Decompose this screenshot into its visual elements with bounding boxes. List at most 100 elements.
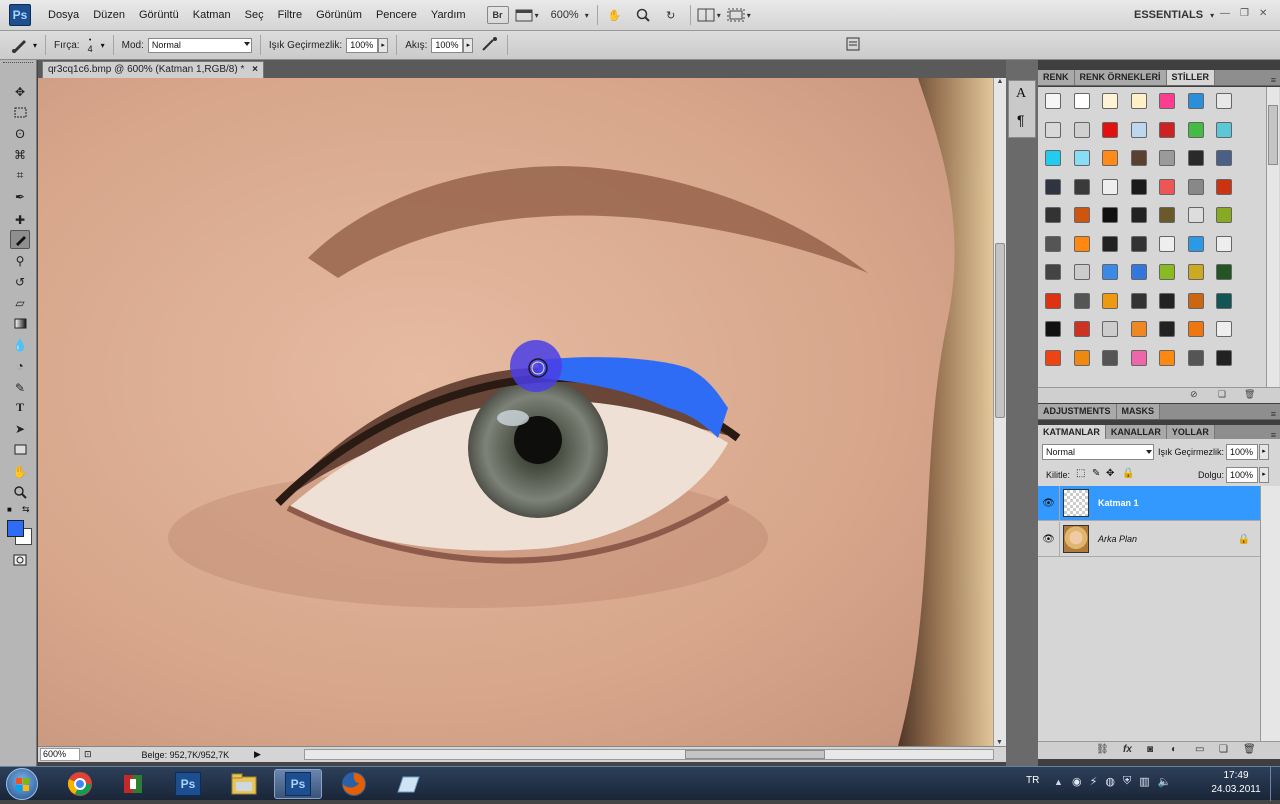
paragraph-panel-icon[interactable]: ¶: [1017, 112, 1025, 128]
photoshop-icon[interactable]: Ps: [164, 769, 212, 799]
style-swatch[interactable]: [1045, 207, 1061, 223]
tray-security-icon[interactable]: ⛨: [1123, 775, 1131, 788]
tray-update-icon[interactable]: ⚡: [1090, 775, 1098, 788]
foreground-color-swatch[interactable]: [7, 520, 24, 537]
style-swatch[interactable]: [1130, 264, 1147, 280]
brush-panel-icon[interactable]: [846, 37, 860, 54]
taskbar-clock[interactable]: 17:49 24.03.2011: [1206, 769, 1266, 797]
link-layers-icon[interactable]: ⛓: [1096, 744, 1109, 755]
marquee-tool-icon[interactable]: [10, 103, 30, 122]
tab-yollar[interactable]: YOLLAR: [1166, 425, 1215, 440]
shape-tool-icon[interactable]: [10, 440, 30, 459]
eraser-tool-icon[interactable]: ▱: [10, 293, 30, 312]
style-swatch[interactable]: [1216, 178, 1232, 195]
tray-cursor-icon[interactable]: ◍: [1105, 775, 1115, 788]
style-swatch[interactable]: [1216, 264, 1232, 280]
tray-network-icon[interactable]: ▥: [1139, 775, 1149, 788]
style-swatch[interactable]: [1102, 235, 1118, 252]
menu-katman[interactable]: Katman: [186, 0, 238, 31]
menu-duzen[interactable]: Düzen: [86, 0, 132, 31]
type-tool-icon[interactable]: T: [10, 398, 30, 417]
style-swatch[interactable]: [1045, 321, 1061, 337]
style-swatch[interactable]: [1187, 235, 1204, 252]
flow-input[interactable]: 100%: [431, 37, 464, 53]
menu-dosya[interactable]: Dosya: [41, 0, 86, 31]
style-swatch[interactable]: [1130, 93, 1147, 109]
close-icon[interactable]: ✕: [1259, 8, 1267, 19]
blend-mode-select[interactable]: Normal: [1042, 444, 1154, 460]
style-swatch[interactable]: [1159, 321, 1175, 337]
style-swatch[interactable]: [1159, 235, 1175, 252]
show-desktop-button[interactable]: [1270, 767, 1280, 801]
lock-all-icon[interactable]: 🔒: [1122, 468, 1134, 479]
start-button[interactable]: [6, 768, 38, 800]
minimize-icon[interactable]: —: [1220, 8, 1230, 19]
quick-mask-icon[interactable]: [10, 550, 30, 569]
style-swatch[interactable]: [1159, 349, 1175, 366]
adjustment-layer-icon[interactable]: ◐: [1171, 744, 1177, 755]
style-swatch[interactable]: [1130, 292, 1147, 309]
style-swatch[interactable]: [1187, 93, 1204, 109]
lock-transparency-icon[interactable]: ⬚: [1076, 468, 1085, 479]
tray-app-icon[interactable]: ◉: [1072, 775, 1082, 788]
scroll-down-arrow-icon[interactable]: ▼: [994, 739, 1005, 746]
fill-input[interactable]: 100%: [1226, 467, 1258, 483]
style-swatch[interactable]: [1216, 93, 1232, 109]
document-close-button[interactable]: ×: [252, 62, 258, 77]
clone-stamp-tool-icon[interactable]: ⚲: [10, 251, 30, 270]
language-indicator[interactable]: TR: [1026, 775, 1039, 786]
document-tab[interactable]: qr3cq1c6.bmp @ 600% (Katman 1,RGB/8) * ×: [42, 61, 264, 78]
style-swatch[interactable]: [1073, 150, 1090, 166]
style-swatch[interactable]: [1216, 292, 1232, 309]
styles-scrollbar[interactable]: [1266, 87, 1279, 387]
new-layer-icon[interactable]: ❏: [1219, 744, 1228, 755]
style-swatch[interactable]: [1102, 321, 1118, 337]
style-swatch[interactable]: [1187, 264, 1204, 280]
style-swatch[interactable]: [1045, 93, 1061, 109]
status-menu-arrow-icon[interactable]: ▶: [254, 749, 261, 760]
screen-mode-icon[interactable]: ▾: [727, 4, 751, 26]
style-swatch[interactable]: [1045, 349, 1061, 366]
style-swatch[interactable]: [1045, 121, 1061, 138]
style-swatch[interactable]: [1073, 93, 1090, 109]
lasso-tool-icon[interactable]: ʘ: [10, 124, 30, 143]
gradient-tool-icon[interactable]: [10, 314, 30, 333]
zoom-level-dropdown[interactable]: 600% ▾: [551, 4, 589, 26]
character-panel-icon[interactable]: A: [1016, 86, 1026, 102]
photoshop-active-icon[interactable]: Ps: [274, 769, 322, 799]
style-swatch[interactable]: [1216, 207, 1232, 223]
swap-colors-icon[interactable]: ⇆: [22, 504, 30, 515]
toolbox-grip[interactable]: [3, 62, 33, 66]
vertical-scrollbar[interactable]: ▲ ▼: [993, 78, 1006, 746]
style-swatch[interactable]: [1187, 349, 1204, 366]
style-swatch[interactable]: [1159, 121, 1175, 138]
eyedropper-tool-icon[interactable]: ✒: [10, 187, 30, 206]
default-colors-icon[interactable]: ■: [7, 505, 12, 514]
menu-filtre[interactable]: Filtre: [271, 0, 309, 31]
style-swatch[interactable]: [1073, 349, 1090, 366]
quick-selection-tool-icon[interactable]: ⌘: [10, 145, 30, 164]
menu-goruntu[interactable]: Görüntü: [132, 0, 186, 31]
tab-masks[interactable]: MASKS: [1116, 404, 1161, 419]
style-swatch[interactable]: [1187, 292, 1204, 309]
brush-tool-icon[interactable]: [10, 230, 30, 249]
style-swatch[interactable]: [1102, 264, 1118, 280]
status-menu-icon[interactable]: ⊡: [84, 749, 92, 760]
rotate-view-icon[interactable]: ↻: [660, 4, 682, 26]
style-swatch[interactable]: [1073, 178, 1090, 195]
tab-stiller[interactable]: STİLLER: [1166, 70, 1216, 85]
bridge-button[interactable]: Br: [486, 6, 509, 24]
style-swatch[interactable]: [1045, 150, 1061, 166]
horizontal-scrollbar[interactable]: [304, 749, 994, 760]
style-swatch[interactable]: [1216, 235, 1232, 252]
style-swatch[interactable]: [1159, 264, 1175, 280]
history-brush-tool-icon[interactable]: ↺: [10, 272, 30, 291]
style-swatch[interactable]: [1130, 121, 1147, 138]
lock-pixels-icon[interactable]: ✎: [1092, 468, 1100, 479]
hand-tool-icon[interactable]: ✋: [604, 4, 626, 26]
styles-scroll-thumb[interactable]: [1268, 105, 1278, 165]
opacity-input[interactable]: 100%: [346, 37, 379, 53]
style-swatch[interactable]: [1216, 121, 1232, 138]
move-tool-icon[interactable]: ✥: [10, 82, 30, 101]
style-swatch[interactable]: [1102, 121, 1118, 138]
